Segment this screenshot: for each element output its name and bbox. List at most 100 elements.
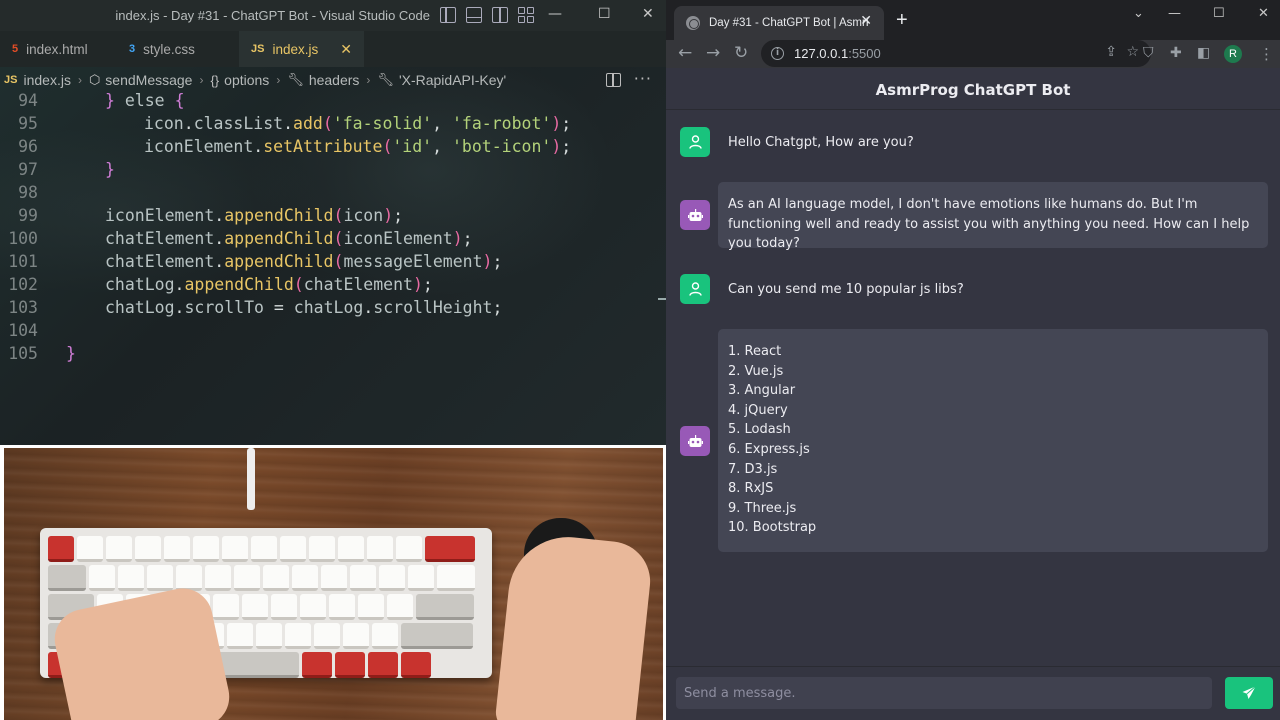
code-line[interactable]: 97} bbox=[0, 158, 666, 181]
side-panel-icon[interactable]: ◧ bbox=[1197, 45, 1210, 61]
url-text: 127.0.0.1:5500 bbox=[794, 46, 881, 61]
toggle-secondary-sidebar-icon[interactable] bbox=[492, 7, 508, 23]
code-text: } else { bbox=[105, 91, 185, 110]
toggle-panel-icon[interactable] bbox=[466, 7, 482, 23]
list-item: 5. Lodash bbox=[728, 422, 791, 438]
code-line[interactable]: 94 } else { bbox=[0, 89, 666, 112]
share-icon[interactable]: ⇪ bbox=[1105, 44, 1117, 60]
list-item: 6. Express.js bbox=[728, 441, 810, 457]
code-line[interactable]: 99 iconElement.appendChild(icon); bbox=[0, 204, 666, 227]
tab-index-js[interactable]: JS index.js ✕ bbox=[239, 31, 364, 67]
js-icon: JS bbox=[4, 74, 18, 86]
layout-controls bbox=[440, 7, 534, 23]
list-item: 8. RxJS bbox=[728, 481, 774, 497]
close-icon[interactable]: ✕ bbox=[1258, 6, 1269, 21]
code-line[interactable]: 105} bbox=[0, 342, 666, 365]
reload-icon[interactable]: ↻ bbox=[734, 43, 748, 63]
tab-index-html[interactable]: 5 index.html bbox=[0, 31, 117, 67]
close-icon[interactable]: ✕ bbox=[642, 6, 654, 22]
list-item: 2. Vue.js bbox=[728, 363, 784, 379]
line-number: 105 bbox=[8, 344, 38, 363]
new-tab-button[interactable]: + bbox=[896, 9, 908, 32]
editor-tabs: 5 index.html 3 style.css JS index.js ✕ ·… bbox=[0, 31, 666, 88]
tab-close-icon[interactable]: ✕ bbox=[340, 41, 352, 58]
line-number: 101 bbox=[8, 252, 38, 271]
tab-search-icon[interactable]: ⌄ bbox=[1133, 6, 1144, 21]
code-line[interactable]: 103 chatLog.scrollTo = chatLog.scrollHeig… bbox=[0, 296, 666, 319]
browser-tabstrip: Day #31 - ChatGPT Bot | AsmrProg ✕ + ⌄ —… bbox=[666, 0, 1280, 40]
line-number: 100 bbox=[8, 229, 38, 248]
list-item: 10. Bootstrap bbox=[728, 520, 817, 536]
list-item: 4. jQuery bbox=[728, 402, 788, 418]
code-editor[interactable]: 94 } else { 95 icon.classList.add('fa-solid… bbox=[0, 91, 666, 444]
minimize-icon[interactable]: — bbox=[1168, 6, 1181, 21]
tab-style-css[interactable]: 3 style.css bbox=[117, 31, 239, 67]
chat-input-area bbox=[666, 666, 1280, 720]
vscode-titlebar: index.js - Day #31 - ChatGPT Bot - Visua… bbox=[0, 0, 666, 31]
line-number: 95 bbox=[18, 114, 38, 133]
tab-label: index.js bbox=[272, 41, 319, 57]
forward-icon[interactable]: → bbox=[706, 43, 720, 63]
bot-avatar bbox=[680, 426, 710, 456]
address-bar[interactable]: i 127.0.0.1:5500 ⇪ ☆ bbox=[761, 40, 1151, 67]
globe-icon bbox=[686, 16, 700, 30]
scrollbar-marker[interactable] bbox=[658, 298, 666, 300]
code-text: chatElement.appendChild(messageElement); bbox=[105, 252, 503, 271]
list-item: 1. React bbox=[728, 344, 782, 359]
code-line[interactable]: 96 iconElement.setAttribute('id', 'bot-ic… bbox=[0, 135, 666, 158]
robot-icon bbox=[687, 208, 703, 221]
chat-log[interactable]: Hello Chatgpt, How are you? As an AI lan… bbox=[666, 110, 1280, 665]
toggle-sidebar-icon[interactable] bbox=[440, 7, 456, 23]
tab-label: style.css bbox=[143, 41, 195, 57]
user-avatar bbox=[680, 274, 710, 304]
customize-layout-icon[interactable] bbox=[518, 7, 534, 23]
shield-extension-icon[interactable]: ⛉ bbox=[1143, 45, 1154, 61]
close-tab-icon[interactable]: ✕ bbox=[860, 13, 872, 29]
line-number: 99 bbox=[18, 206, 38, 225]
list-item: 3. Angular bbox=[728, 383, 796, 399]
message-text: As an AI language model, I don't have em… bbox=[718, 182, 1268, 251]
profile-avatar[interactable]: R bbox=[1224, 45, 1242, 63]
chevron-right-icon: › bbox=[276, 73, 281, 87]
code-text: iconElement.setAttribute('id', 'bot-icon… bbox=[144, 137, 572, 156]
chat-message-user: Can you send me 10 popular js libs? bbox=[666, 273, 1280, 305]
user-avatar bbox=[680, 127, 710, 157]
breadcrumb-headers[interactable]: headers bbox=[309, 72, 360, 88]
js-icon: JS bbox=[251, 43, 265, 55]
code-line[interactable]: 100 chatElement.appendChild(iconElement); bbox=[0, 227, 666, 250]
code-line[interactable]: 95 icon.classList.add('fa-solid', 'fa-rob… bbox=[0, 112, 666, 135]
wrench-icon: 🔧︎ bbox=[377, 72, 394, 87]
site-info-icon[interactable]: i bbox=[771, 47, 784, 60]
object-icon: {} bbox=[210, 72, 220, 88]
breadcrumb-key[interactable]: 'X-RapidAPI-Key' bbox=[399, 72, 506, 88]
code-text: } bbox=[66, 344, 76, 363]
message-input[interactable] bbox=[676, 677, 1212, 709]
code-line[interactable]: 104 bbox=[0, 319, 666, 342]
breadcrumb-options[interactable]: options bbox=[224, 72, 269, 88]
back-icon[interactable]: ← bbox=[678, 43, 692, 63]
line-number: 102 bbox=[8, 275, 38, 294]
maximize-icon[interactable]: ☐ bbox=[598, 6, 611, 22]
code-line[interactable]: 98 bbox=[0, 181, 666, 204]
wrench-icon: 🔧︎ bbox=[287, 72, 304, 87]
extensions-puzzle-icon[interactable]: ✚ bbox=[1170, 45, 1182, 61]
line-number: 94 bbox=[18, 91, 38, 110]
maximize-icon[interactable]: ☐ bbox=[1213, 6, 1225, 21]
code-line[interactable]: 101 chatElement.appendChild(messageElemen… bbox=[0, 250, 666, 273]
list-item: 9. Three.js bbox=[728, 500, 797, 516]
bookmark-star-icon[interactable]: ☆ bbox=[1126, 44, 1139, 60]
browser-menu-icon[interactable]: ⋮ bbox=[1259, 45, 1274, 63]
keyboard-cable bbox=[247, 448, 255, 510]
send-button[interactable] bbox=[1225, 677, 1273, 709]
code-line[interactable]: 102 chatLog.appendChild(chatElement); bbox=[0, 273, 666, 296]
message-list: 1. React 2. Vue.js 3. Angular 4. jQuery 5. L… bbox=[718, 329, 1268, 552]
robot-icon bbox=[687, 434, 703, 447]
line-number: 103 bbox=[8, 298, 38, 317]
chat-message-user: Hello Chatgpt, How are you? bbox=[666, 126, 1280, 158]
bot-avatar bbox=[680, 200, 710, 230]
browser-tab[interactable]: Day #31 - ChatGPT Bot | AsmrProg ✕ bbox=[674, 6, 884, 40]
breadcrumb-function[interactable]: sendMessage bbox=[105, 72, 192, 88]
chat-message-bot: As an AI language model, I don't have em… bbox=[666, 182, 1280, 251]
minimize-icon[interactable]: — bbox=[548, 6, 562, 22]
breadcrumb-file[interactable]: index.js bbox=[23, 72, 70, 88]
